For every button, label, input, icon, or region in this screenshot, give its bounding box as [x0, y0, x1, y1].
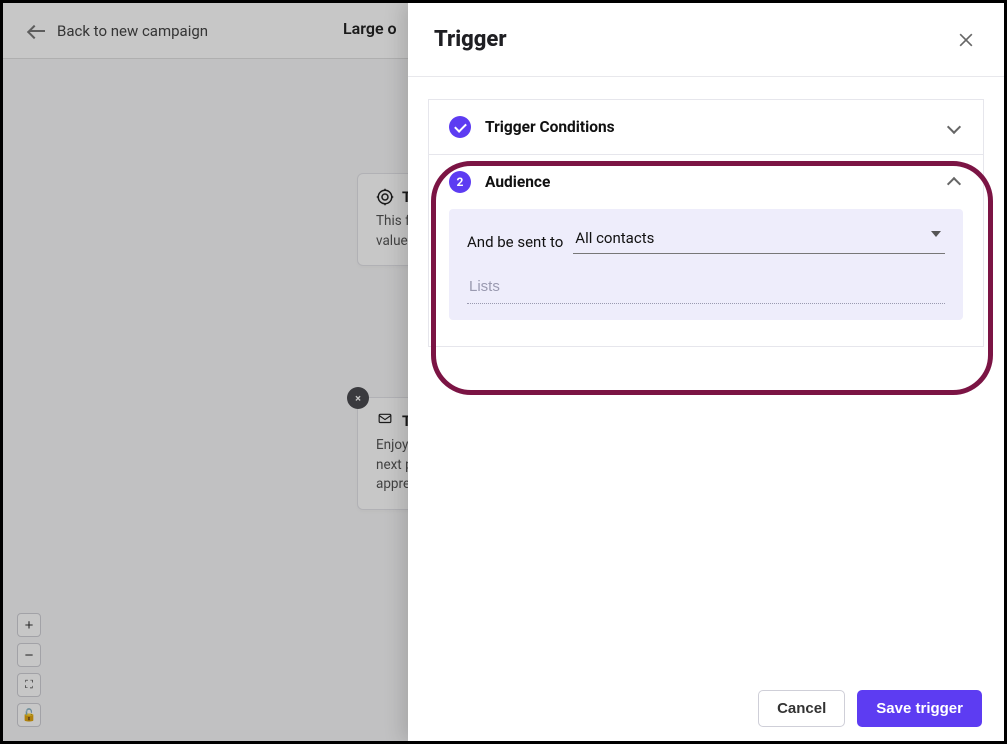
fullscreen-button[interactable]: ⛶ — [17, 673, 41, 697]
target-icon — [376, 188, 394, 206]
panel-body: Trigger Conditions 2 Audience And be sen… — [408, 77, 1004, 676]
trigger-panel: Trigger Trigger Conditions 2 Audience — [408, 3, 1004, 741]
chevron-up-icon — [947, 177, 961, 191]
audience-prefix-label: And be sent to — [467, 233, 563, 251]
step-check-icon — [449, 116, 471, 138]
section-header-conditions[interactable]: Trigger Conditions — [429, 100, 983, 154]
audience-row: And be sent to All contacts — [467, 229, 945, 254]
save-trigger-button[interactable]: Save trigger — [857, 690, 982, 727]
canvas-toolbar: + − ⛶ 🔓 — [17, 613, 41, 727]
section-trigger-conditions: Trigger Conditions — [429, 100, 983, 154]
section-label: Trigger Conditions — [485, 118, 949, 136]
panel-header: Trigger — [408, 3, 1004, 77]
panel-footer: Cancel Save trigger — [408, 676, 1004, 741]
close-icon[interactable] — [954, 28, 978, 52]
arrow-left-icon — [29, 30, 45, 32]
trigger-accordion: Trigger Conditions 2 Audience And be sen… — [428, 99, 984, 347]
campaign-title: Large o — [343, 19, 397, 38]
mail-icon — [376, 412, 394, 430]
remove-card-button[interactable]: × — [347, 387, 369, 409]
section-header-audience[interactable]: 2 Audience — [429, 155, 983, 209]
section-label: Audience — [485, 173, 949, 191]
zoom-out-button[interactable]: − — [17, 643, 41, 667]
lists-input[interactable] — [467, 278, 945, 304]
caret-down-icon — [931, 231, 941, 237]
lock-button[interactable]: 🔓 — [17, 703, 41, 727]
back-to-campaign-link[interactable]: Back to new campaign — [29, 22, 208, 40]
audience-select-value: All contacts — [575, 229, 654, 247]
panel-title: Trigger — [434, 27, 507, 52]
zoom-in-button[interactable]: + — [17, 613, 41, 637]
audience-select[interactable]: All contacts — [573, 229, 945, 254]
audience-box: And be sent to All contacts — [449, 209, 963, 320]
chevron-down-icon — [947, 120, 961, 134]
cancel-button[interactable]: Cancel — [758, 690, 845, 727]
back-link-label: Back to new campaign — [57, 22, 208, 40]
audience-content: And be sent to All contacts — [429, 209, 983, 346]
step-number-badge: 2 — [449, 171, 471, 193]
section-audience: 2 Audience And be sent to All contacts — [429, 154, 983, 346]
